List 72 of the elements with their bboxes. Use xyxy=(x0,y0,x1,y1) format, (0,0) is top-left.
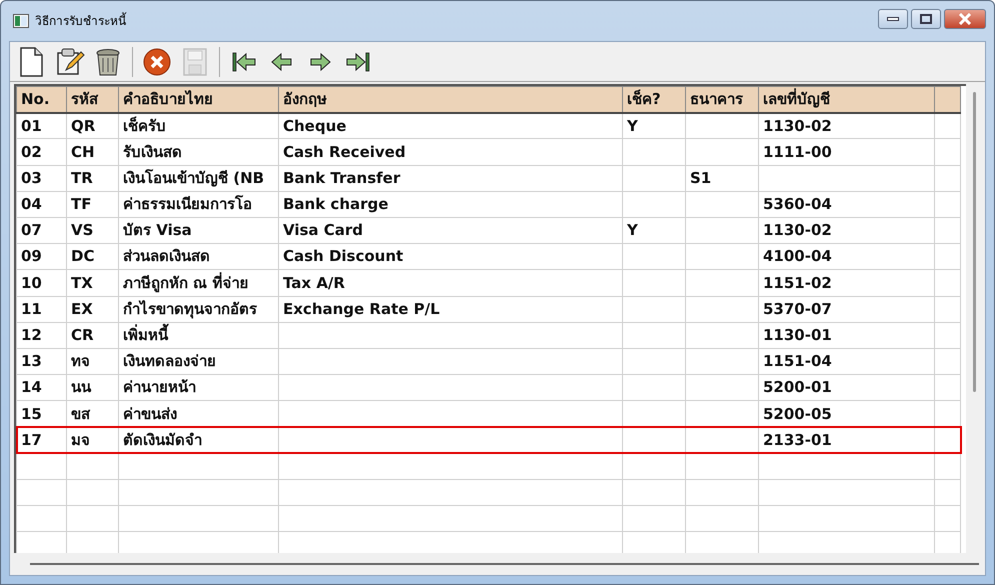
table-cell: TX xyxy=(66,270,118,296)
table-cell: 09 xyxy=(16,244,66,270)
column-header[interactable]: อังกฤษ xyxy=(278,86,622,113)
table-cell: 1111-00 xyxy=(758,138,934,166)
table-cell: 1130-02 xyxy=(758,112,934,139)
table-cell: เงินโอนเข้าบัญชี (NB xyxy=(118,165,278,192)
table-cell: 10 xyxy=(16,270,66,296)
table-cell: Y xyxy=(622,112,686,139)
table-cell: 5370-07 xyxy=(758,296,934,322)
table-cell: 14 xyxy=(16,374,66,401)
minimize-button[interactable] xyxy=(878,9,908,29)
column-header[interactable]: รหัส xyxy=(66,86,118,113)
table-cell: DC xyxy=(66,244,118,270)
cancel-button[interactable] xyxy=(141,46,173,78)
table-cell: 1130-01 xyxy=(758,322,934,348)
table-cell: TF xyxy=(66,191,118,218)
table-cell: EX xyxy=(66,296,118,322)
column-header[interactable]: เช็ค? xyxy=(622,86,686,113)
table-cell: กำไรขาดทุนจากอัตร xyxy=(118,296,278,322)
table-cell: Cash Received xyxy=(278,138,622,166)
table-cell: QR xyxy=(66,112,118,139)
table-cell: นน xyxy=(66,374,118,401)
minimize-icon xyxy=(887,17,899,21)
maximize-button[interactable] xyxy=(911,9,941,29)
table-cell: Cash Discount xyxy=(278,244,622,270)
table-cell: ส่วนลดเงินสด xyxy=(118,244,278,270)
table-cell: 1151-02 xyxy=(758,270,934,296)
window-icon xyxy=(13,14,29,28)
cancel-icon xyxy=(141,46,173,78)
table-cell: เงินทดลองจ่าย xyxy=(118,348,278,375)
table-cell: ทจ xyxy=(66,348,118,375)
table-cell: 12 xyxy=(16,322,66,348)
table-cell: 5360-04 xyxy=(758,191,934,218)
column-header[interactable]: เลขที่บัญชี xyxy=(758,86,934,113)
column-header[interactable]: No. xyxy=(16,86,66,113)
table-cell: 03 xyxy=(16,165,66,192)
table-cell: 15 xyxy=(16,400,66,427)
table-cell: 13 xyxy=(16,348,66,375)
table-cell: 04 xyxy=(16,191,66,218)
table-cell: Y xyxy=(622,217,686,244)
table-cell: เช็ครับ xyxy=(118,112,278,139)
table-cell: CR xyxy=(66,322,118,348)
window-title: วิธีการรับชำระหนี้ xyxy=(35,12,126,30)
column-header[interactable]: คำอธิบายไทย xyxy=(118,86,278,113)
table-cell: 01 xyxy=(16,112,66,139)
table-cell: ค่าธรรมเนียมการโอ xyxy=(118,191,278,218)
table-cell: 1130-02 xyxy=(758,217,934,244)
table-cell: TR xyxy=(66,165,118,192)
table-cell: Bank Transfer xyxy=(278,165,622,192)
table-cell: 11 xyxy=(16,296,66,322)
table-cell: เพิ่มหนี้ xyxy=(118,322,278,348)
table-cell: ภาษีถูกหัก ณ ที่จ่าย xyxy=(118,270,278,296)
table-cell: Exchange Rate P/L xyxy=(278,296,622,322)
table-cell: Tax A/R xyxy=(278,270,622,296)
table-cell: 02 xyxy=(16,138,66,166)
table-cell: Bank charge xyxy=(278,191,622,218)
table-cell: 5200-01 xyxy=(758,374,934,401)
table-cell: CH xyxy=(66,138,118,166)
close-button[interactable] xyxy=(944,9,986,29)
table-cell: VS xyxy=(66,217,118,244)
table-cell: Cheque xyxy=(278,112,622,139)
table-cell: S1 xyxy=(686,165,758,192)
table-cell: รับเงินสด xyxy=(118,138,278,166)
table-cell: Visa Card xyxy=(278,217,622,244)
maximize-icon xyxy=(920,14,932,24)
table-cell: 07 xyxy=(16,217,66,244)
close-icon xyxy=(958,13,972,25)
column-header[interactable]: ธนาคาร xyxy=(686,86,758,113)
table-cell: ค่านายหน้า xyxy=(118,374,278,401)
table-cell: บัตร Visa xyxy=(118,217,278,244)
table-cell: 4100-04 xyxy=(758,244,934,270)
table-cell: 1151-04 xyxy=(758,348,934,375)
